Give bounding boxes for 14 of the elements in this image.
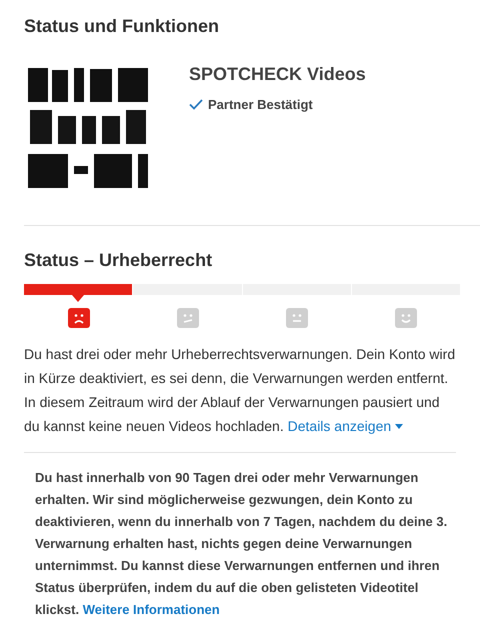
channel-name: SPOTCHECK Videos — [189, 63, 366, 86]
status-heading: Status – Urheberrecht — [24, 249, 214, 272]
section-title: Status und Funktionen — [24, 15, 220, 38]
smiley-face-icon — [394, 308, 416, 328]
neutral-face-icon — [286, 308, 308, 328]
status-message: Du hast drei oder mehr Urheberrechtsverwarnungen. Dein Konto wird in Kürze deaktiviert, es sei denn, die Verwarnungen werden entfernt. In diesem Zeitraum wird der Ablauf der Verwarnungen pausiert und du kannst keine neuen Videos hochladen. Details anzeigen — [24, 342, 456, 453]
more-info-link[interactable]: Weitere Informationen — [82, 602, 220, 617]
details-link[interactable]: Details anzeigen — [288, 414, 404, 438]
sad-face-icon — [68, 308, 90, 328]
details-text: Du hast innerhalb von 90 Tagen drei oder mehr Verwarnungen erhalten. Wir sind möglicherweise gezwungen, dein Konto zu deaktivieren, wenn du innerhalb von 7 Tagen, nachdem du deine 3. Verwarnung erhalten hast, nichts gegen deine Verwarnungen unternimmst. Du kannst diese Verwarnungen entfernen und ihren Status überprüfen, indem du auf die oben gelisteten Videotitel klickst. Weitere Informationen — [35, 469, 448, 619]
caret-down-icon — [395, 424, 404, 428]
checkmark-icon — [189, 99, 203, 110]
skeptical-face-icon — [176, 308, 198, 328]
partner-badge-label: Partner Bestätigt — [208, 96, 313, 114]
